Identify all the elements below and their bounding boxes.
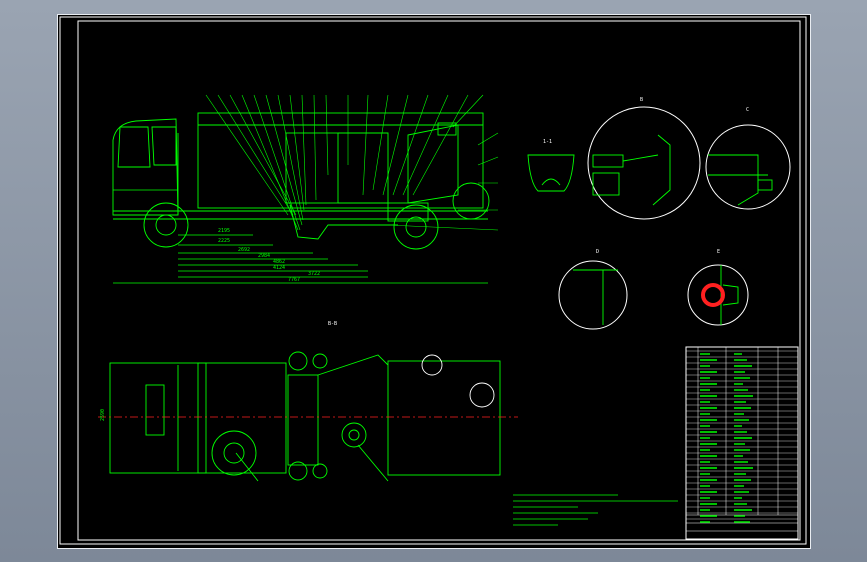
section-label: 1-1 [543, 139, 552, 145]
plan-leader-1 [235, 452, 259, 482]
body-box [197, 112, 484, 209]
plan-leader-2 [357, 444, 389, 482]
plan-hopper [387, 360, 501, 476]
detail-label-b: B [640, 97, 643, 103]
title-block [685, 346, 799, 540]
detail-views-upper [558, 106, 791, 330]
plan-fan-hub [348, 429, 360, 441]
cab-window [117, 126, 151, 168]
detail-circle-e [687, 264, 749, 326]
detail-c-block [757, 179, 773, 191]
dim-d3: 2984 [258, 253, 270, 259]
front-hub [155, 214, 177, 236]
detail-label-e: E [717, 249, 720, 255]
plan-broom-l [312, 353, 328, 369]
detail-geometry [527, 134, 773, 325]
detail-labels: B C D E 1-1 B-B [328, 97, 749, 327]
plan-frame [287, 374, 319, 466]
detail-e-section [701, 283, 725, 307]
plan-arm [317, 354, 389, 376]
drawing-sheet: 2195 2225 2692 2984 4862 4124 3722 7767 [57, 14, 811, 549]
leader-lines [205, 94, 499, 231]
dim-d6: 3722 [308, 271, 320, 277]
detail-label-d: D [596, 249, 599, 255]
plan-view-label: B-B [328, 321, 337, 327]
detail-label-c: C [746, 107, 749, 113]
detail-b-bracket [592, 154, 624, 168]
detail-b-block [592, 172, 620, 196]
plan-detail-a [421, 354, 443, 376]
detail-circle-d [558, 260, 628, 330]
bom-entries [700, 353, 753, 523]
detail-b-arm [622, 154, 659, 162]
plan-cab-detail [145, 384, 165, 436]
dim-d5: 4124 [273, 265, 285, 271]
plan-tank-top [211, 430, 257, 476]
plan-cab [109, 362, 207, 474]
plan-wheel-fl [288, 351, 308, 371]
detail-b-plate [652, 134, 671, 206]
detail-circle-b [587, 106, 701, 220]
plan-broom-r [312, 463, 328, 479]
technical-notes [513, 494, 678, 526]
dim-d1: 2225 [218, 238, 230, 244]
section-cutout [541, 178, 561, 186]
section-profile [527, 154, 575, 192]
side-elevation-view [112, 94, 499, 284]
cab-door-window [151, 126, 177, 166]
dimension-lines [113, 189, 488, 284]
plan-view [109, 351, 501, 482]
detail-c-frame [708, 154, 759, 206]
dim-d2: 2692 [238, 247, 250, 253]
plan-body-front [197, 362, 287, 474]
water-tank [285, 132, 339, 204]
dim-overall: 7767 [288, 277, 300, 283]
rear-hub [405, 216, 427, 238]
plan-width-dim: 2590 [100, 409, 106, 421]
detail-circle-a [452, 182, 490, 220]
front-wheel [143, 202, 189, 248]
suction-duct [289, 204, 398, 240]
detail-e-clamp [722, 284, 739, 306]
cad-drawing: 2195 2225 2692 2984 4862 4124 3722 7767 [59, 16, 807, 545]
rear-hopper [407, 124, 459, 204]
plan-detail-b [469, 382, 495, 408]
side-dimension-texts: 2195 2225 2692 2984 4862 4124 3722 7767 [218, 228, 320, 283]
plan-fan [341, 422, 367, 448]
dim-front-overhang: 2195 [218, 228, 230, 234]
detail-circle-c [705, 124, 791, 210]
